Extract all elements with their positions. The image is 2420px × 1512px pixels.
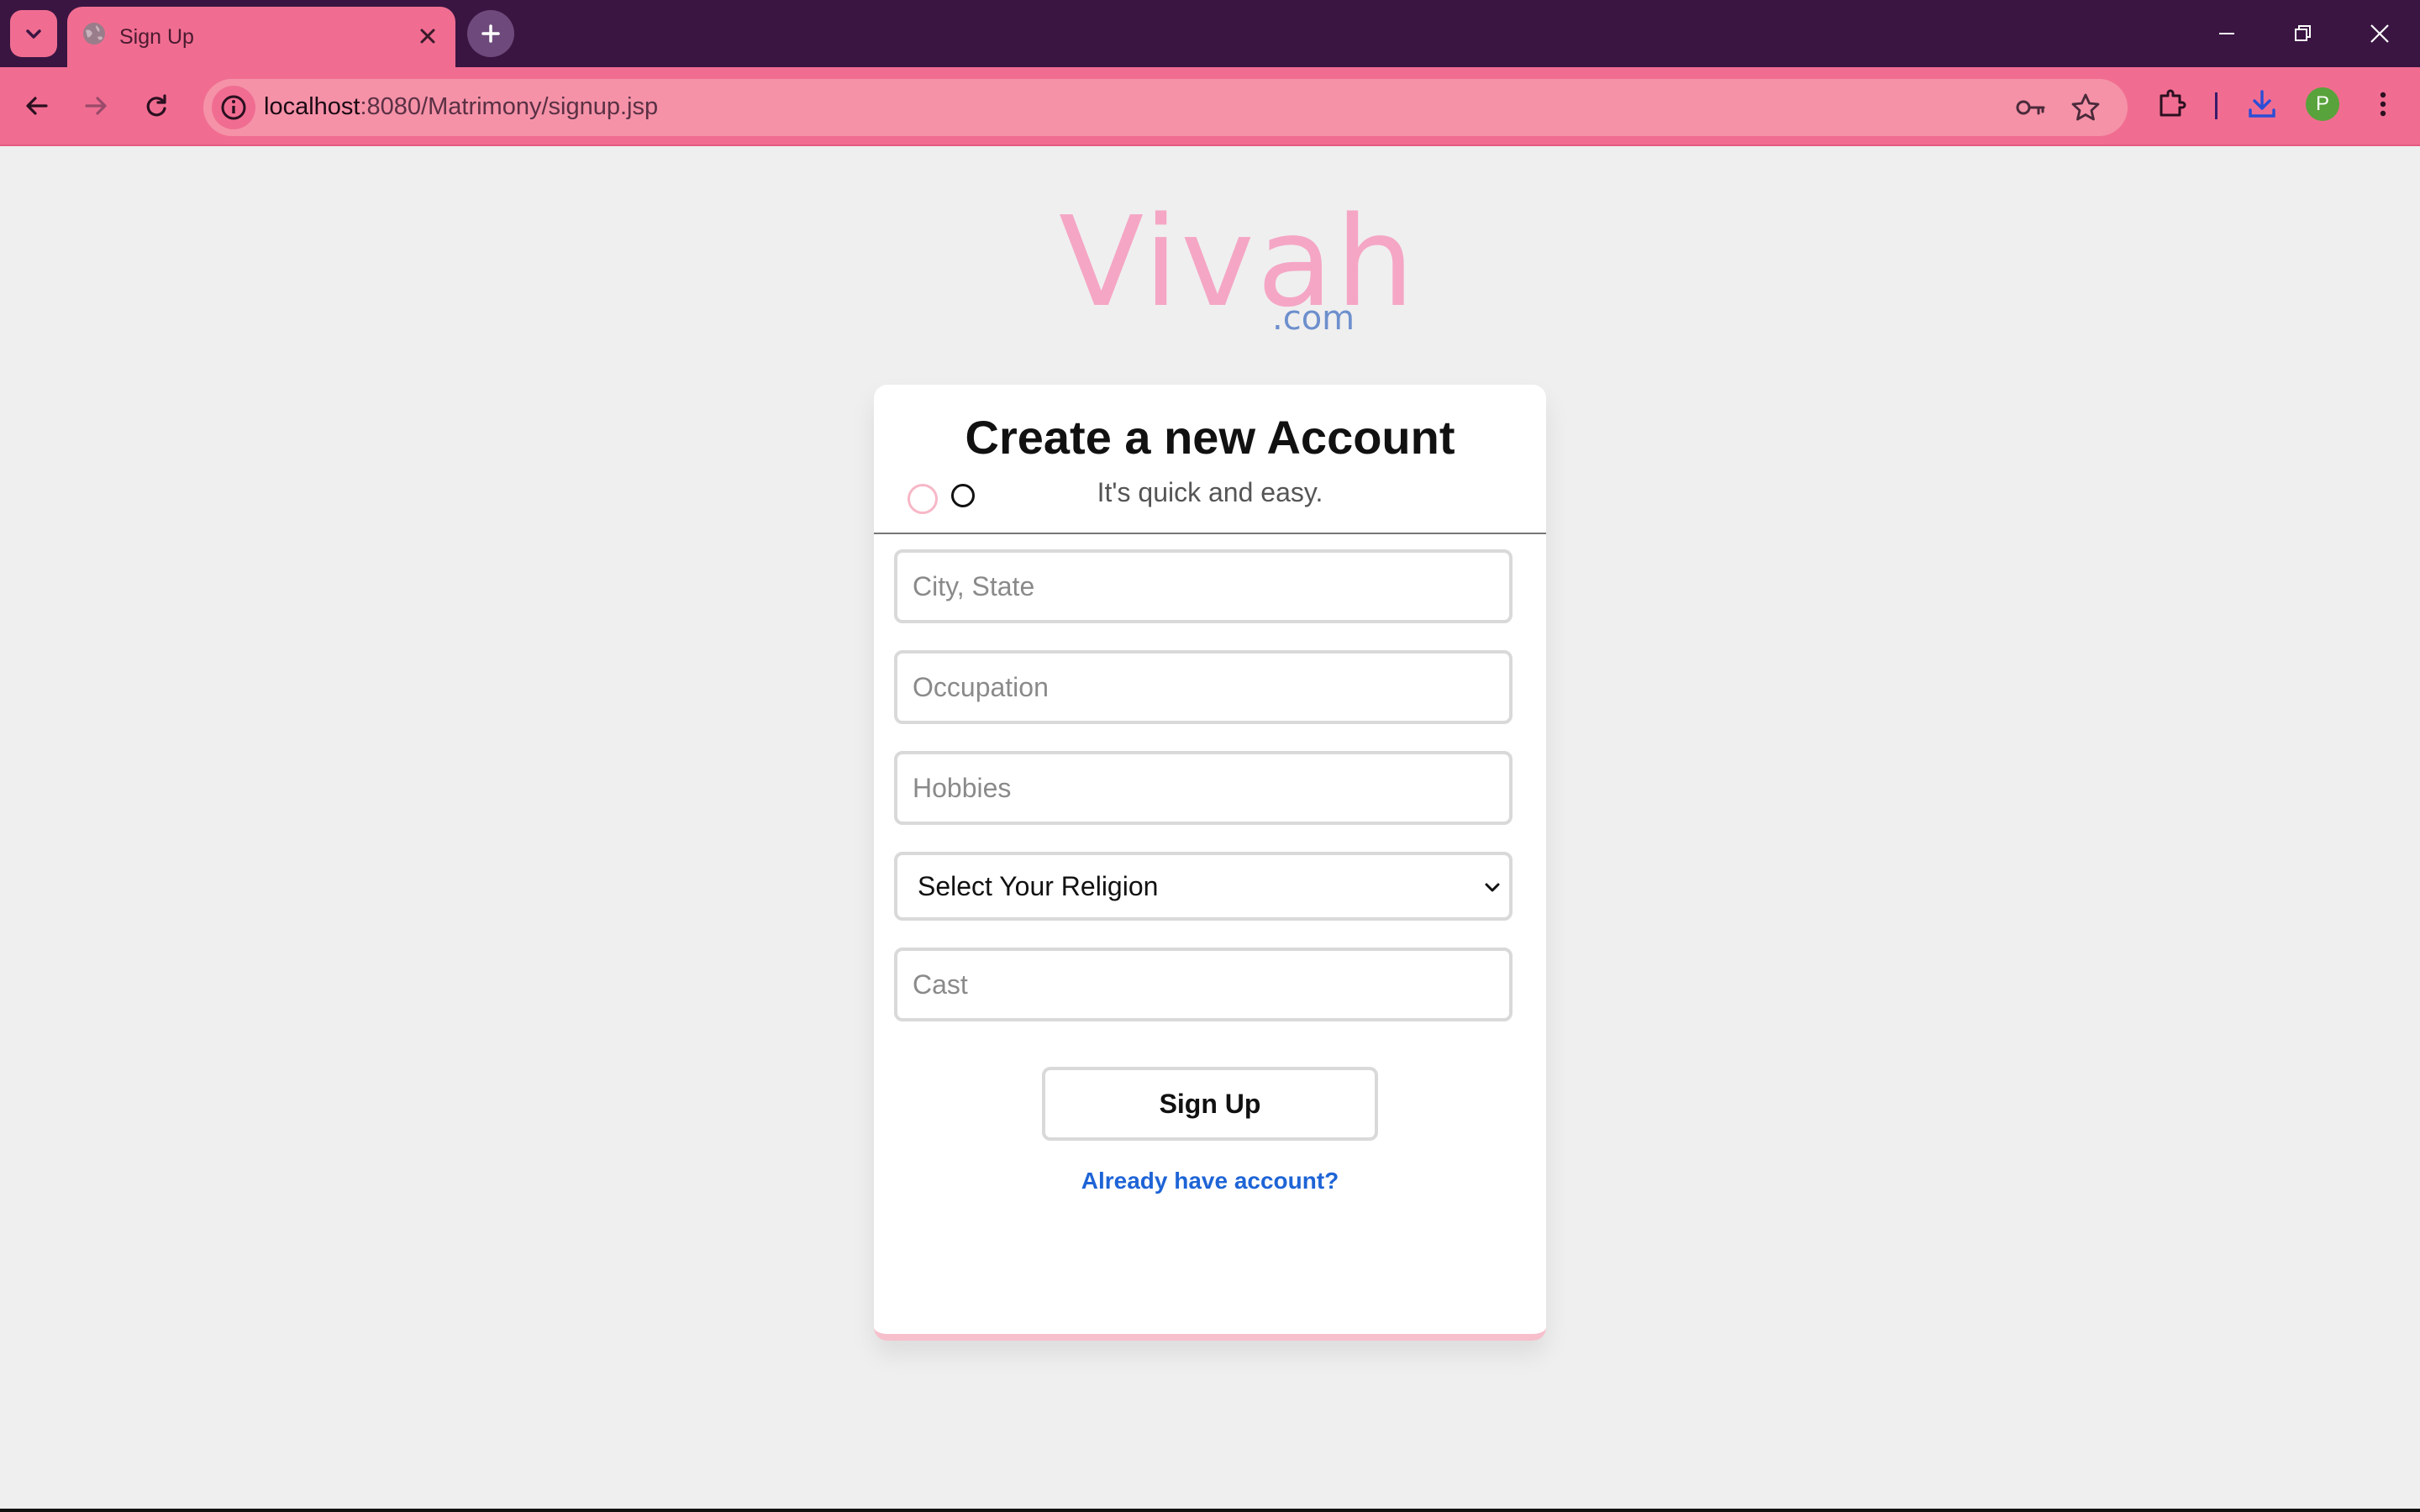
minimize-icon [2219, 33, 2234, 34]
forward-button[interactable] [77, 87, 114, 124]
profile-avatar[interactable]: P [2306, 87, 2339, 121]
puzzle-icon [2160, 89, 2186, 117]
active-tab[interactable]: Sign Up [67, 7, 455, 67]
restore-icon [2295, 25, 2311, 41]
tab-strip: Sign Up [0, 0, 2420, 67]
restore-button[interactable] [2287, 18, 2317, 49]
divider [874, 533, 1546, 534]
occupation-input[interactable]: Occupation [894, 650, 1512, 724]
close-window-button[interactable] [2365, 18, 2395, 49]
form-title: Create a new Account [965, 411, 1455, 464]
chevron-down-icon [26, 29, 41, 39]
tab-title: Sign Up [119, 25, 194, 49]
close-icon[interactable] [417, 25, 439, 47]
download-icon [2249, 90, 2275, 118]
password-key-button[interactable] [2013, 91, 2047, 124]
arrow-right-icon [85, 97, 107, 115]
form-subtitle: It's quick and easy. [1097, 477, 1323, 507]
bookmark-button[interactable] [2069, 91, 2102, 124]
signup-button[interactable]: Sign Up [1042, 1067, 1378, 1141]
religion-select[interactable]: Select Your Religion [894, 852, 1512, 921]
downloads-button[interactable] [2244, 86, 2281, 123]
toolbar-separator [2215, 92, 2217, 119]
site-logo: Vivah [1059, 190, 1418, 334]
address-bar[interactable]: localhost:8080/Matrimony/signup.jsp [203, 79, 2128, 136]
signup-card: Create a new Account It's quick and easy… [874, 385, 1546, 1341]
cast-input[interactable]: Cast [894, 948, 1512, 1021]
url-path: :8080/Matrimony/signup.jsp [360, 93, 659, 120]
close-icon [2370, 24, 2389, 43]
religion-select-value: Select Your Religion [918, 871, 1159, 901]
star-icon [2071, 93, 2100, 121]
site-logo-suffix: .com [1272, 299, 1355, 338]
back-button[interactable] [18, 87, 55, 124]
browser-toolbar: localhost:8080/Matrimony/signup.jsp [0, 67, 2420, 146]
extensions-button[interactable] [2153, 86, 2190, 123]
site-info-button[interactable] [212, 86, 255, 129]
minimize-button[interactable] [2212, 18, 2242, 49]
window-bottom-edge [0, 1509, 2420, 1512]
url-host: localhost [264, 93, 360, 120]
new-tab-button[interactable] [467, 10, 514, 57]
hobbies-input[interactable]: Hobbies [894, 751, 1512, 825]
info-icon [221, 95, 246, 120]
plus-icon [481, 24, 500, 43]
arrow-left-icon [26, 97, 48, 115]
city-state-input[interactable]: City, State [894, 549, 1512, 623]
chevron-down-icon [1485, 883, 1500, 892]
more-vert-icon [2380, 92, 2386, 117]
login-link[interactable]: Already have account? [874, 1168, 1546, 1194]
browser-menu-button[interactable] [2365, 86, 2402, 123]
url-text[interactable]: localhost:8080/Matrimony/signup.jsp [264, 93, 658, 121]
tab-search-button[interactable] [10, 10, 57, 57]
key-icon [2016, 100, 2045, 115]
reload-button[interactable] [138, 87, 175, 124]
globe-icon [83, 23, 105, 45]
reload-icon [146, 94, 166, 117]
